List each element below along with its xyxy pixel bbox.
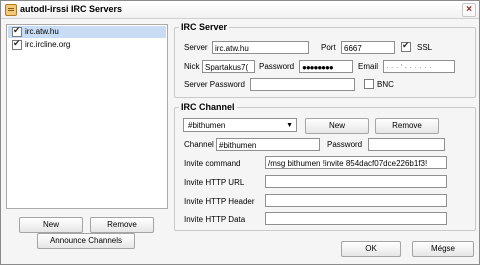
ssl-checkbox[interactable]: ✔ [401,40,411,52]
port-label: Port [321,43,336,52]
remove-channel-button[interactable]: Remove [375,118,439,134]
invite-header-input[interactable] [265,194,447,207]
invite-header-label: Invite HTTP Header [184,197,255,206]
new-channel-button[interactable]: New [305,118,369,134]
email-input[interactable]: · · · ' · · · · · · [383,60,455,73]
server-input[interactable]: irc.atw.hu [212,41,309,54]
invite-command-input[interactable]: /msg bithumen !invite 854dacf07dce226b1f… [265,156,447,169]
email-label: Email [358,62,379,71]
server-list[interactable]: ✔ irc.atw.hu ✔ irc.ircline.org [6,24,168,209]
window-title: autodl-irssi IRC Servers [20,4,123,14]
announce-channels-button[interactable]: Announce Channels [37,233,135,249]
ssl-label: SSL [417,43,433,52]
port-input[interactable]: 6667 [341,41,395,54]
server-name: irc.atw.hu [25,27,59,36]
ok-button[interactable]: OK [341,241,401,257]
nick-label: Nick [184,62,200,71]
cancel-button[interactable]: Mégse [412,241,474,257]
channel-input[interactable]: #bithumen [216,138,320,151]
channel-label: Channel [184,140,214,149]
bnc-label: BNC [377,80,394,89]
irc-server-legend: IRC Server [181,22,228,32]
irc-servers-icon [5,4,17,16]
invite-url-label: Invite HTTP URL [184,178,245,187]
checkmark-icon: ✔ [13,25,21,35]
invite-command-label: Invite command [184,159,241,168]
password-label: Password [259,62,295,71]
server-enabled-checkbox[interactable]: ✔ [12,25,22,37]
channel-select-value: #bithumen [188,121,226,130]
server-enabled-checkbox[interactable]: ✔ [12,38,22,50]
title-bar: autodl-irssi IRC Servers × [1,1,479,19]
password-input[interactable]: ●●●●●●●● [299,60,353,73]
chevron-down-icon: ▼ [286,122,293,129]
channel-password-input[interactable] [368,138,445,151]
server-password-label: Server Password [184,80,245,89]
channel-select[interactable]: #bithumen ▼ [183,118,297,132]
irc-servers-dialog: autodl-irssi IRC Servers × ✔ irc.atw.hu … [0,0,480,265]
server-list-item[interactable]: ✔ irc.atw.hu [8,25,166,38]
checkmark-icon: ✔ [13,38,21,48]
invite-data-label: Invite HTTP Data [184,215,246,224]
remove-server-button[interactable]: Remove [90,217,154,233]
close-button[interactable]: × [462,3,476,17]
bnc-checkbox[interactable] [364,79,374,89]
server-list-item[interactable]: ✔ irc.ircline.org [8,38,166,51]
server-password-input[interactable] [250,78,355,91]
nick-input[interactable]: Spartakus7( [202,60,255,73]
invite-data-input[interactable] [265,212,447,225]
checkmark-icon: ✔ [402,40,410,50]
irc-channel-legend: IRC Channel [181,102,235,112]
server-name: irc.ircline.org [25,40,71,49]
channel-password-label: Password [327,140,363,149]
invite-url-input[interactable] [265,175,447,188]
new-server-button[interactable]: New [19,217,83,233]
server-label: Server [184,43,208,52]
